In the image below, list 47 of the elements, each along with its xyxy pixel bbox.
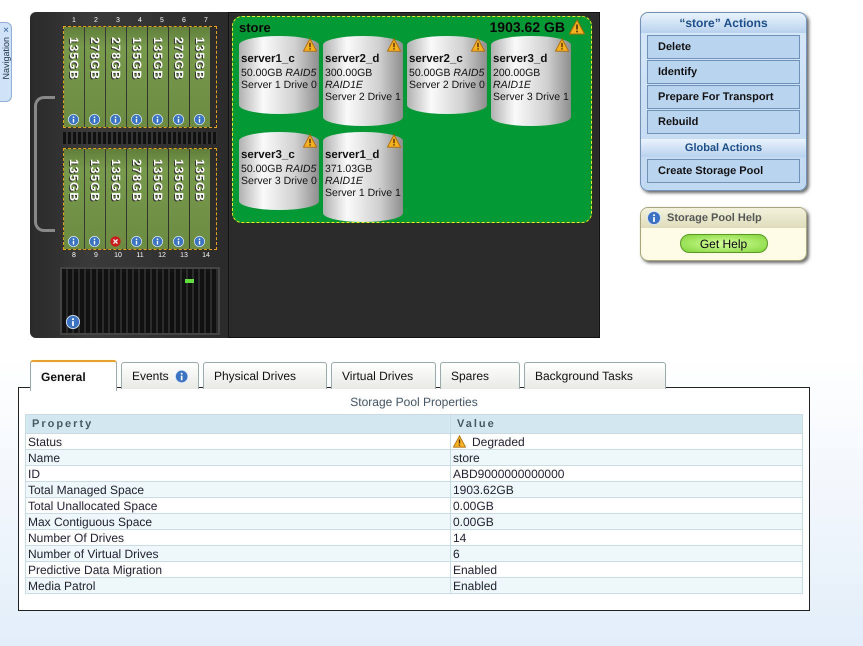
- table-cell: Number of Virtual Drives: [26, 546, 450, 562]
- table-cell: 1903.62GB: [453, 482, 514, 496]
- virtual-drive[interactable]: server2_d 300.00GB RAID1E Server 2 Drive 1: [323, 36, 403, 126]
- table-cell: Media Patrol: [26, 578, 450, 594]
- tab[interactable]: Virtual Drives: [331, 362, 436, 389]
- tab[interactable]: Spares: [440, 362, 520, 389]
- info-icon: [66, 315, 80, 329]
- action-button[interactable]: Rebuild: [647, 110, 800, 134]
- panel-title: “store” Actions: [641, 13, 806, 33]
- storage-pool[interactable]: [232, 16, 592, 223]
- table-cell: Name: [26, 450, 450, 466]
- table-cell: 0.00GB: [453, 514, 494, 528]
- tab[interactable]: Events: [121, 362, 199, 389]
- table-title: Storage Pool Properties: [349, 394, 479, 411]
- action-button[interactable]: Delete: [647, 35, 800, 59]
- virtual-drive[interactable]: server1_d 371.03GB RAID1E Server 1 Drive 1: [323, 132, 403, 222]
- tab[interactable]: Physical Drives: [203, 362, 327, 389]
- table-cell: Enabled: [453, 562, 498, 576]
- table-cell: Enabled: [453, 578, 498, 592]
- status-led: [185, 279, 194, 283]
- virtual-drive[interactable]: server3_d 200.00GB RAID1E Server 3 Drive 1: [491, 36, 571, 126]
- virtual-drive[interactable]: server3_c 50.00GB RAID5 Server 3 Drive 0: [239, 132, 319, 210]
- info-icon: [647, 211, 661, 225]
- table-cell: Degraded: [472, 434, 525, 448]
- pool-capacity: 1903.62 GB: [490, 19, 565, 35]
- table-cell: 14: [453, 530, 466, 544]
- table-cell: ABD9000000000000: [453, 466, 564, 480]
- info-icon: [174, 368, 188, 384]
- panel-title: Storage Pool Help: [667, 212, 762, 224]
- action-button[interactable]: Identify: [647, 60, 800, 84]
- get-help-button[interactable]: Get Help: [680, 234, 768, 253]
- virtual-drive[interactable]: server1_c 50.00GB RAID5 Server 1 Drive 0: [239, 36, 319, 114]
- table-cell: 0.00GB: [453, 498, 494, 512]
- table-cell: Total Managed Space: [26, 482, 450, 498]
- section-title: Global Actions: [641, 139, 806, 157]
- column-header: Property: [26, 414, 450, 434]
- table-cell: Max Contiguous Space: [26, 514, 450, 530]
- pool-name: store: [239, 20, 272, 34]
- tab[interactable]: Background Tasks: [524, 362, 666, 389]
- virtual-drive[interactable]: server2_c 50.00GB RAID5 Server 2 Drive 0: [407, 36, 487, 114]
- tab[interactable]: General: [30, 360, 117, 391]
- action-button[interactable]: Create Storage Pool: [647, 159, 800, 183]
- table-cell: store: [453, 450, 480, 464]
- action-button[interactable]: Prepare For Transport: [647, 85, 800, 109]
- column-header: Value: [450, 414, 802, 434]
- table-cell: 6: [453, 546, 460, 560]
- navigation-tab[interactable]: × Navigation: [0, 22, 12, 102]
